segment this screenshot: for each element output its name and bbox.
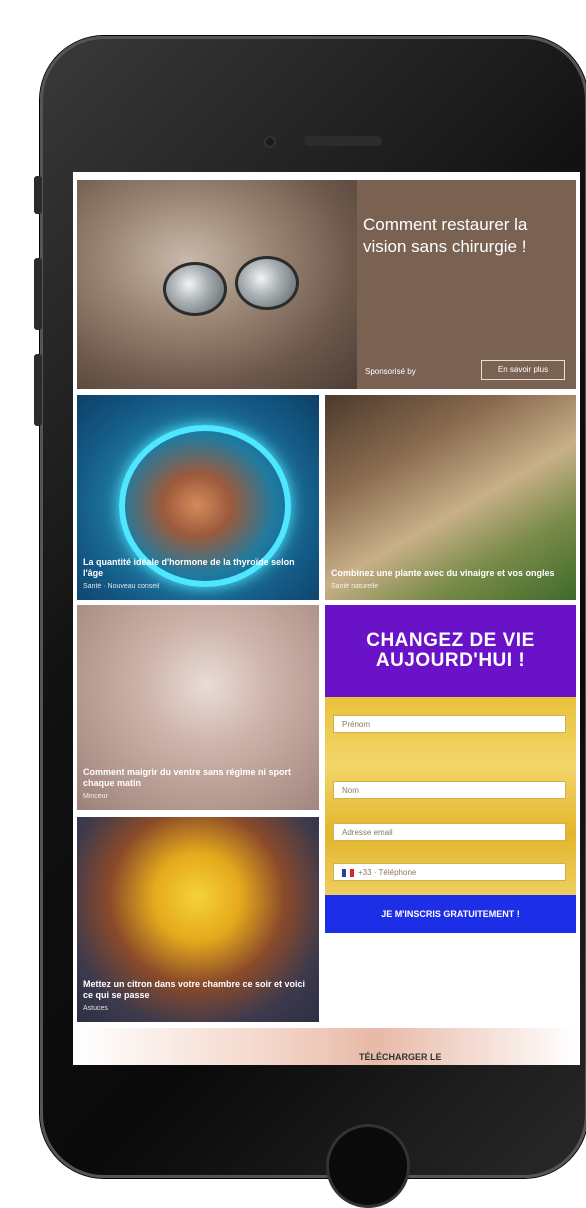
tile-source: Astuces <box>83 1005 108 1012</box>
tile-caption: Combinez une plante avec du vinaigre et … <box>331 568 568 592</box>
tile-source: Santé · Nouveau conseil <box>83 583 160 590</box>
france-flag-icon <box>342 868 354 877</box>
hero-sponsor: Sponsorisé by <box>365 367 416 376</box>
tile-source: Minceur <box>83 793 108 800</box>
phone-field[interactable]: +33 · Téléphone <box>333 863 566 881</box>
silent-switch <box>34 176 42 214</box>
earpiece-speaker <box>304 136 382 146</box>
article-tile[interactable]: Mettez un citron dans votre chambre ce s… <box>77 817 319 1022</box>
article-tile[interactable]: La quantité idéale d'hormone de la thyro… <box>77 395 319 600</box>
front-camera <box>264 136 276 148</box>
hero-ad[interactable]: Comment restaurer la vision sans chirurg… <box>77 180 576 389</box>
tile-title: Combinez une plante avec du vinaigre et … <box>331 568 555 578</box>
sunglasses-lens <box>235 256 299 310</box>
hero-headline[interactable]: Comment restaurer la vision sans chirurg… <box>363 214 563 258</box>
bottom-banner[interactable]: TÉLÉCHARGER LE <box>77 1028 576 1065</box>
hero-cta-button[interactable]: En savoir plus <box>481 360 565 380</box>
tile-title: Comment maigrir du ventre sans régime ni… <box>83 767 292 788</box>
volume-down-button <box>34 354 42 426</box>
signup-title: CHANGEZ DE VIE AUJOURD'HUI ! <box>325 605 576 697</box>
bottom-banner-text: TÉLÉCHARGER LE <box>359 1052 442 1062</box>
signup-button[interactable]: JE M'INSCRIS GRATUITEMENT ! <box>325 895 576 933</box>
phone-field-label: +33 · Téléphone <box>358 868 417 877</box>
first-name-field[interactable]: Prénom <box>333 715 566 733</box>
signup-form: Prénom Nom Adresse email +33 · Téléphone <box>325 697 576 925</box>
signup-ad: CHANGEZ DE VIE AUJOURD'HUI ! Prénom Nom … <box>325 605 576 1022</box>
last-name-field[interactable]: Nom <box>333 781 566 799</box>
tile-caption: Comment maigrir du ventre sans régime ni… <box>83 767 311 802</box>
tile-title: La quantité idéale d'hormone de la thyro… <box>83 557 295 578</box>
tile-caption: La quantité idéale d'hormone de la thyro… <box>83 557 311 592</box>
email-field[interactable]: Adresse email <box>333 823 566 841</box>
phone-screen: Comment restaurer la vision sans chirurg… <box>73 172 580 1065</box>
article-tile[interactable]: Combinez une plante avec du vinaigre et … <box>325 395 576 600</box>
tile-caption: Mettez un citron dans votre chambre ce s… <box>83 979 311 1014</box>
sunglasses-lens <box>163 262 227 316</box>
article-tile[interactable]: Comment maigrir du ventre sans régime ni… <box>77 605 319 810</box>
volume-up-button <box>34 258 42 330</box>
tile-title: Mettez un citron dans votre chambre ce s… <box>83 979 306 1000</box>
hero-image <box>77 180 357 389</box>
home-button[interactable] <box>326 1124 410 1208</box>
tile-source: Santé naturelle <box>331 583 379 590</box>
